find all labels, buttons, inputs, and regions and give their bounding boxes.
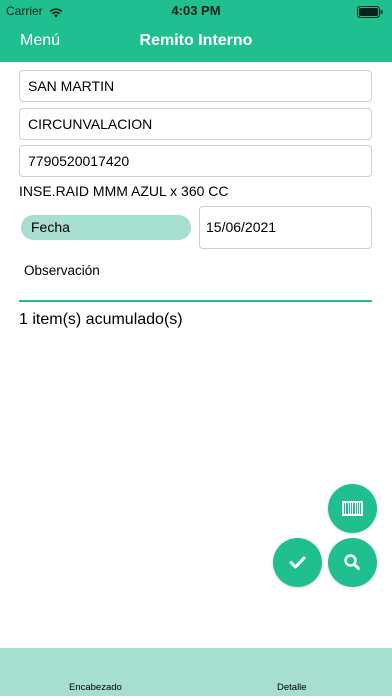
tab-encabezado[interactable]: Encabezado (69, 682, 122, 693)
date-label: Fecha (21, 215, 191, 240)
barcode-field[interactable]: 7790520017420 (19, 145, 372, 177)
navigation-bar: Remito Interno Menú (0, 22, 392, 62)
items-count: 1 item(s) acumulado(s) (19, 311, 183, 328)
battery-icon (357, 5, 383, 18)
status-time: 4:03 PM (171, 3, 221, 18)
checkmark-icon (289, 556, 306, 569)
branch-field[interactable]: SAN MARTIN (19, 70, 372, 102)
bottom-tab-bar: Encabezado Detalle (0, 648, 392, 696)
location-field[interactable]: CIRCUNVALACION (19, 108, 372, 140)
tab-detalle[interactable]: Detalle (277, 682, 307, 693)
confirm-button[interactable] (273, 538, 322, 587)
search-button[interactable] (328, 538, 377, 587)
status-bar: Carrier 4:03 PM (0, 0, 392, 22)
search-icon (344, 554, 360, 570)
observation-field[interactable]: Observación (24, 263, 100, 278)
menu-button[interactable]: Menú (20, 32, 60, 50)
product-description: INSE.RAID MMM AZUL x 360 CC (19, 183, 229, 199)
barcode-scan-button[interactable] (328, 484, 377, 533)
barcode-scanner-icon (342, 501, 363, 516)
app-screen: Carrier 4:03 PM Remito Interno Menú SAN … (0, 0, 392, 696)
observation-underline (19, 300, 372, 302)
date-field[interactable]: 15/06/2021 (199, 206, 372, 249)
